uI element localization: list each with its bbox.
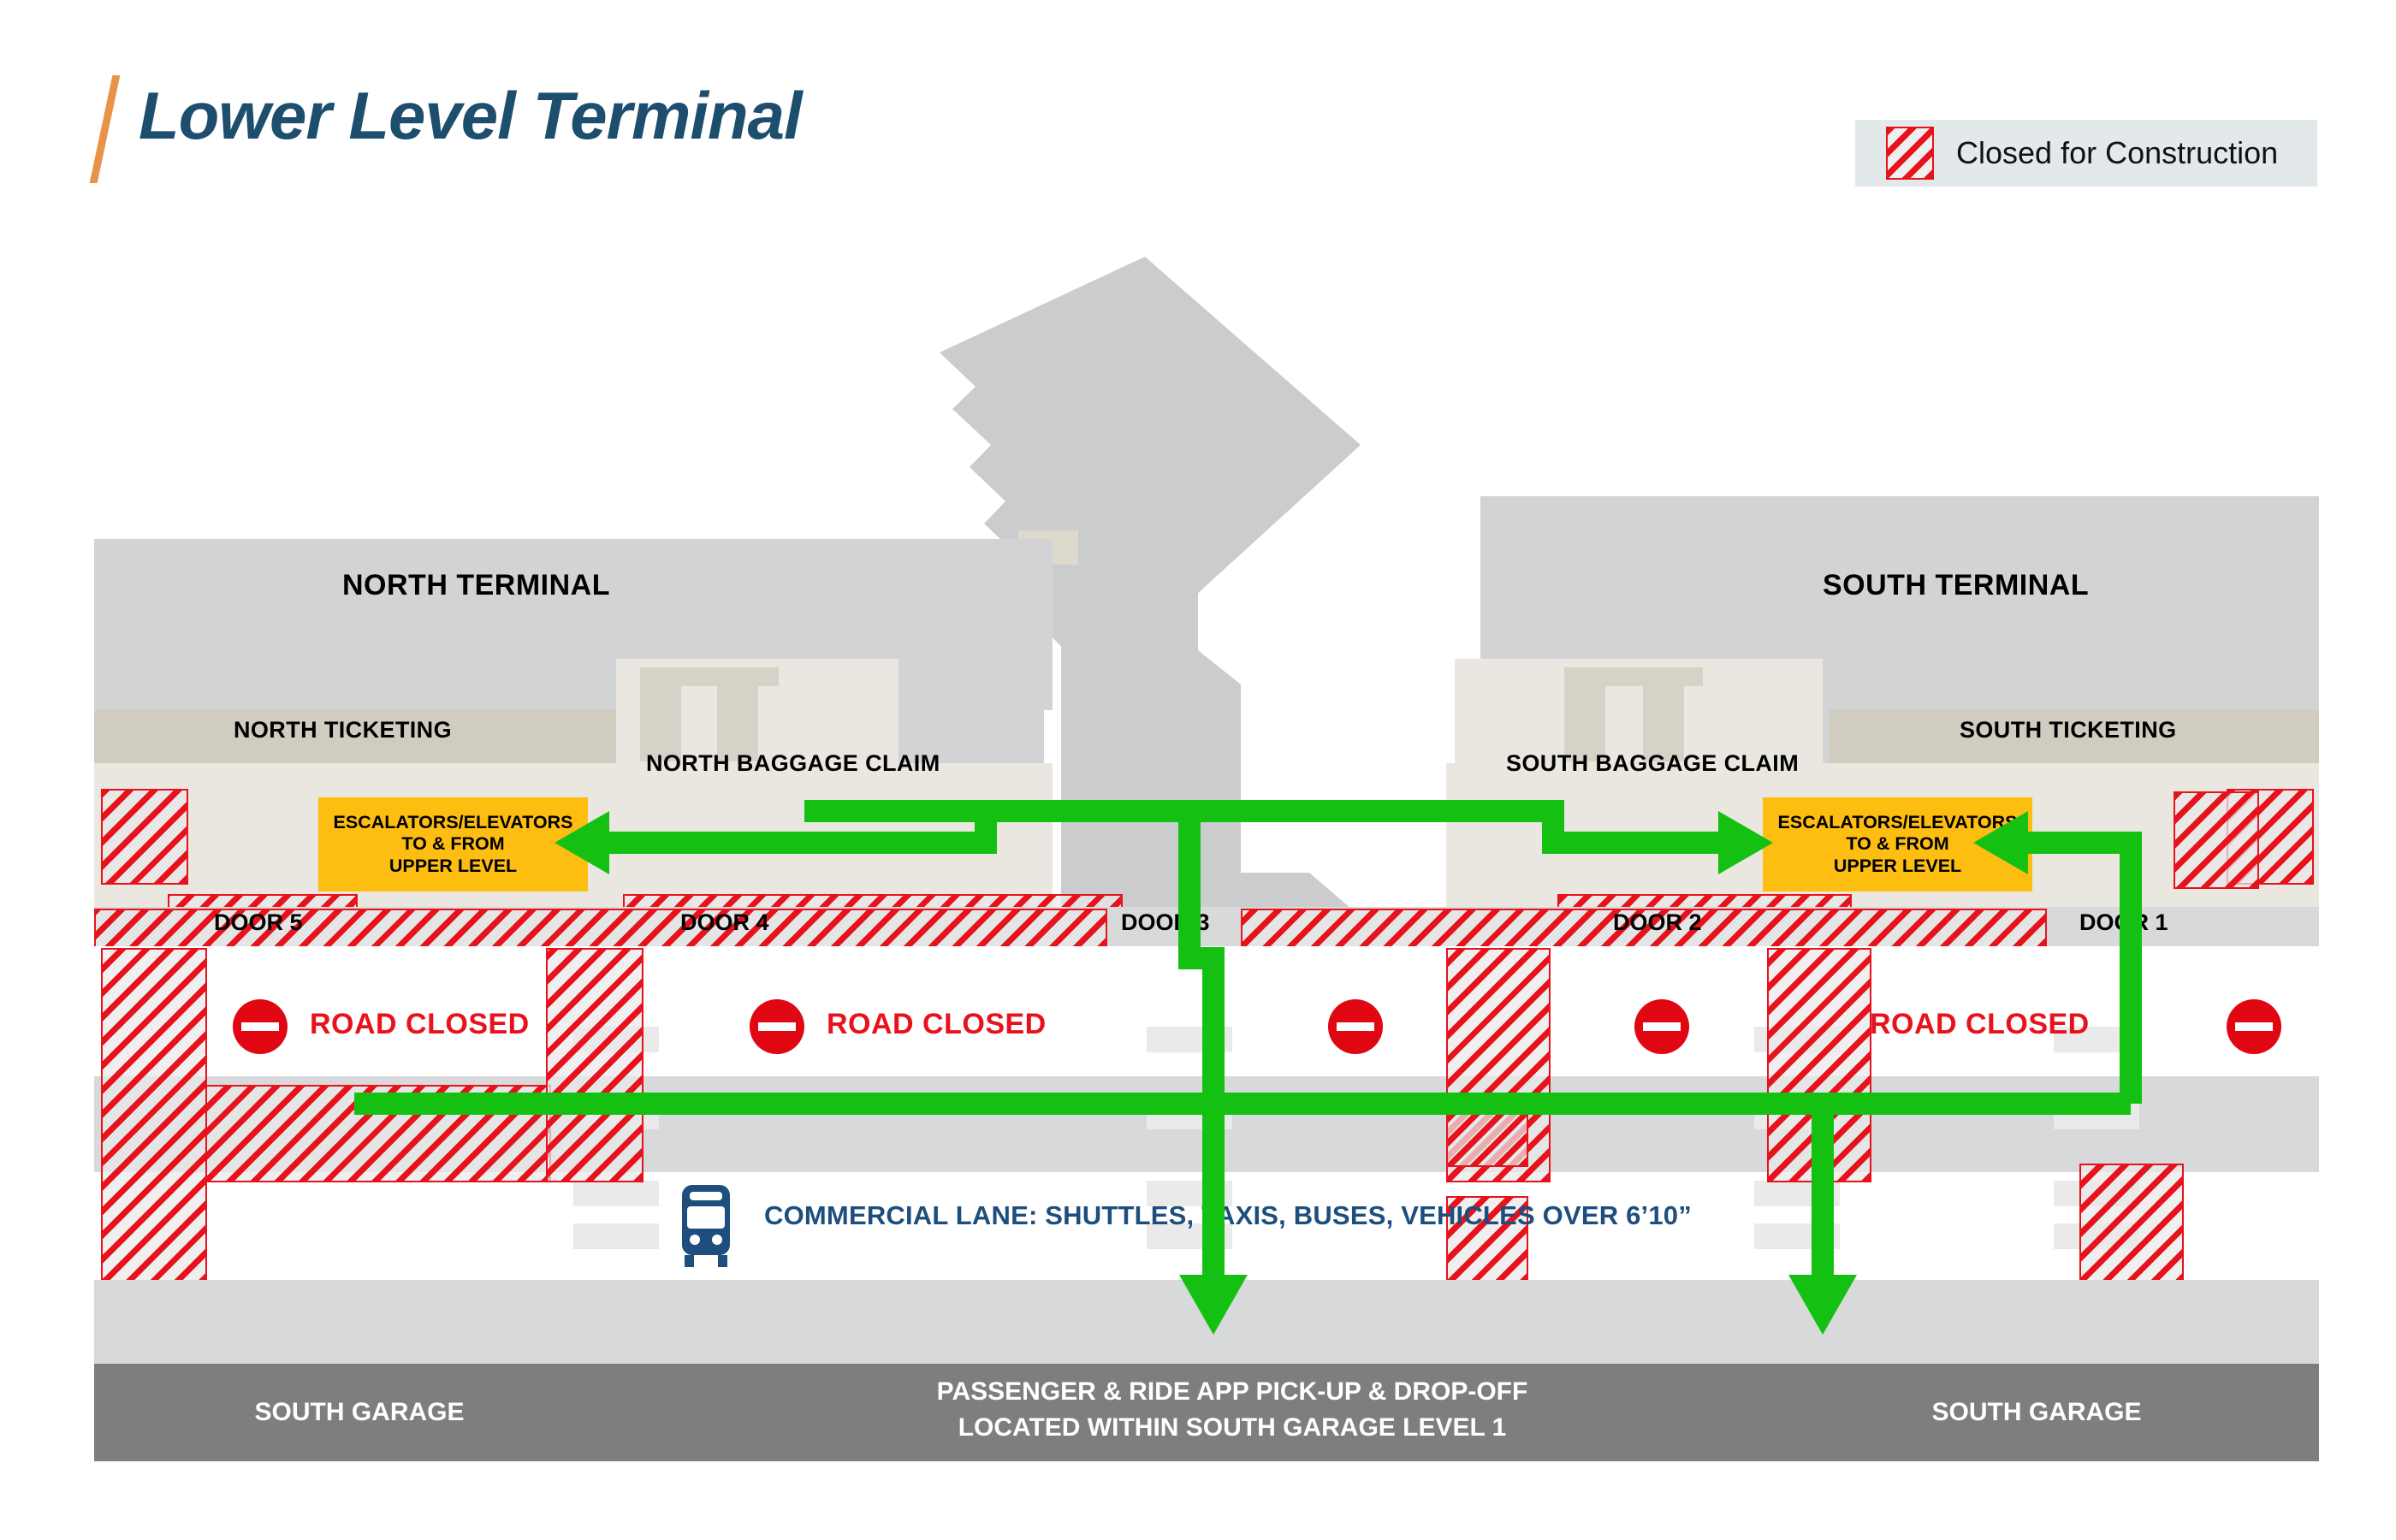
north-ticketing-label: NORTH TICKETING — [234, 717, 452, 743]
curb-dash — [1147, 1104, 1232, 1129]
curb-dash — [1754, 1223, 1840, 1249]
door-1-label: DOOR 1 — [2079, 909, 2168, 935]
curb-dash — [2054, 1104, 2139, 1129]
road-closed-label-south: ROAD CLOSED — [1870, 1008, 2090, 1040]
north-claim-fixture-b2 — [685, 667, 779, 686]
door-4-label: DOOR 4 — [680, 909, 769, 935]
south-garage-label-left: SOUTH GARAGE — [254, 1398, 465, 1426]
north-terminal-label: NORTH TERMINAL — [342, 569, 610, 601]
escalator-box-south[interactable]: ESCALATORS/ELEVATORS TO & FROM UPPER LEV… — [1763, 797, 2032, 891]
curb-dash — [1754, 1181, 1840, 1206]
south-baggage-claim-label: SOUTH BAGGAGE CLAIM — [1506, 750, 1800, 776]
no-entry-icon — [1328, 999, 1383, 1054]
south-ticketing-label: SOUTH TICKETING — [1960, 717, 2177, 743]
garage-pickup-line2: LOCATED WITHIN SOUTH GARAGE LEVEL 1 — [958, 1413, 1507, 1442]
closed-barrier-far-west — [101, 948, 207, 1283]
escalator-box-north[interactable]: ESCALATORS/ELEVATORS TO & FROM UPPER LEV… — [318, 797, 588, 891]
north-baggage-claim-label: NORTH BAGGAGE CLAIM — [646, 750, 940, 776]
no-entry-icon — [750, 999, 804, 1054]
escalator-south-line2: TO & FROM — [1846, 833, 1949, 855]
closed-barrier-west — [546, 948, 643, 1182]
door-5-label: DOOR 5 — [214, 909, 303, 935]
no-entry-icon — [2227, 999, 2281, 1054]
door-3-label: DOOR 3 — [1121, 909, 1210, 935]
closed-barrier-west-cross — [205, 1085, 551, 1182]
road-closed-label-north: ROAD CLOSED — [310, 1008, 530, 1040]
closed-barrier-east — [1767, 948, 1871, 1182]
no-entry-icon — [1634, 999, 1689, 1054]
garage-apron — [94, 1280, 2319, 1364]
escalator-north-line3: UPPER LEVEL — [388, 855, 518, 876]
closed-area-median-mid — [1446, 1112, 1528, 1167]
closed-area-sidewalk-se — [2174, 791, 2259, 889]
closed-area-sidewalk-nw — [101, 789, 188, 885]
south-claim-fixture-b2 — [1609, 667, 1703, 686]
escalator-north-line1: ESCALATORS/ELEVATORS — [333, 811, 573, 832]
curb-dash — [573, 1181, 659, 1206]
no-entry-icon — [233, 999, 288, 1054]
road-closed-label-center: ROAD CLOSED — [827, 1008, 1047, 1040]
door-2-label: DOOR 2 — [1613, 909, 1702, 935]
south-garage-label-right: SOUTH GARAGE — [1931, 1398, 2142, 1426]
curb-dash — [1147, 1027, 1232, 1052]
curb-dash — [573, 1223, 659, 1249]
escalator-south-line1: ESCALATORS/ELEVATORS — [1777, 811, 2018, 832]
commercial-lane-label: COMMERCIAL LANE: SHUTTLES, TAXIS, BUSES,… — [764, 1200, 1692, 1230]
terminal-map: NORTH TERMINAL NORTH TICKETING NORTH BAG… — [0, 0, 2396, 1540]
escalator-north-line2: TO & FROM — [401, 833, 505, 855]
garage-pickup-line1: PASSENGER & RIDE APP PICK-UP & DROP-OFF — [936, 1377, 1528, 1406]
escalator-south-line3: UPPER LEVEL — [1833, 855, 1962, 876]
south-terminal-label: SOUTH TERMINAL — [1823, 569, 2090, 601]
closed-area-lane-east — [2079, 1164, 2184, 1283]
